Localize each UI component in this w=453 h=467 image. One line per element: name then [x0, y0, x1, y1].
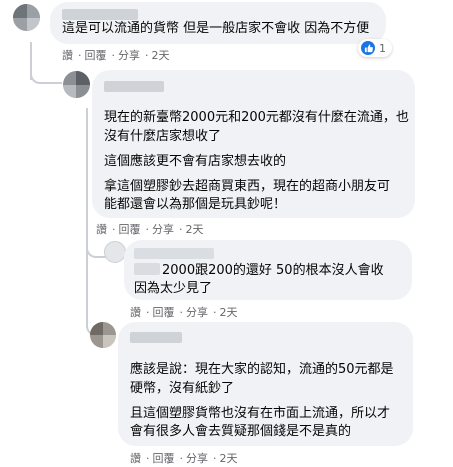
avatar[interactable]	[63, 71, 90, 98]
like-button[interactable]: 讚	[130, 306, 141, 319]
comment-text: 會有很多人會去質疑那個錢是不是真的	[130, 424, 352, 439]
reply-button[interactable]: 回覆	[119, 223, 141, 236]
like-button[interactable]: 讚	[62, 49, 73, 62]
comment-text: 能都還會以為那個是玩具鈔呢！	[104, 197, 287, 212]
comment-text: 沒有什麼店家想收了	[104, 129, 222, 144]
comment-text: 硬幣，沒有紙鈔了	[130, 381, 235, 396]
avatar[interactable]	[104, 241, 126, 263]
comment-actions: 讚 · 回覆 · 分享 · 2天	[130, 452, 238, 465]
comment-actions: 讚 · 回覆 · 分享 · 2天	[130, 306, 238, 319]
share-button[interactable]: 分享	[186, 306, 208, 319]
comment-text: 應該是說：現在大家的認知，流通的50元都是	[130, 362, 394, 377]
thumbs-up-icon	[361, 41, 375, 55]
share-button[interactable]: 分享	[186, 452, 208, 465]
reaction-number: 1	[379, 41, 386, 55]
reaction-count[interactable]: 1	[358, 39, 392, 57]
comment-text: 2000跟200的還好 50的根本沒人會收	[134, 261, 384, 280]
comment-actions: 讚 · 回覆 · 分享 · 2天	[62, 49, 170, 62]
comment-text: 因為太少見了	[134, 281, 213, 296]
reply-button[interactable]: 回覆	[153, 306, 175, 319]
avatar[interactable]	[90, 322, 116, 348]
share-button[interactable]: 分享	[118, 49, 140, 62]
like-button[interactable]: 讚	[96, 223, 107, 236]
avatar[interactable]	[13, 4, 40, 31]
timestamp[interactable]: 2天	[152, 49, 170, 62]
mention-tag[interactable]	[134, 263, 160, 275]
author-name[interactable]	[134, 248, 214, 259]
comment-bubble: 這是可以流通的貨幣 但是一般店家不會收 因為不方便	[50, 2, 386, 44]
comment-text: 且這個塑膠貨幣也沒有在市面上流通，所以才	[130, 406, 391, 421]
comment-text: 這是可以流通的貨幣 但是一般店家不會收 因為不方便	[62, 21, 370, 36]
share-button[interactable]: 分享	[152, 223, 174, 236]
thread-line	[86, 108, 88, 328]
timestamp[interactable]: 2天	[186, 223, 204, 236]
reply-button[interactable]: 回覆	[85, 49, 107, 62]
comment-bubble: 2000跟200的還好 50的根本沒人會收 因為太少見了	[124, 240, 412, 300]
comment-bubble: 現在的新臺幣2000元和200元都沒有什麼在流通，也 沒有什麼店家想收了 這個應…	[92, 70, 415, 218]
comment-text: 拿這個塑膠鈔去超商買東西，現在的超商小朋友可	[104, 179, 391, 194]
thread-line	[30, 68, 62, 84]
author-name[interactable]	[104, 81, 164, 92]
like-button[interactable]: 讚	[130, 452, 141, 465]
comment-text: 這個應該更不會有店家想去收的	[104, 154, 287, 169]
comment-actions: 讚 · 回覆 · 分享 · 2天	[96, 223, 204, 236]
timestamp[interactable]: 2天	[220, 452, 238, 465]
author-name[interactable]	[130, 332, 182, 343]
comment-bubble: 應該是說：現在大家的認知，流通的50元都是 硬幣，沒有紙鈔了 且這個塑膠貨幣也沒…	[118, 322, 413, 446]
comment-text: 現在的新臺幣2000元和200元都沒有什麼在流通，也	[104, 110, 409, 125]
timestamp[interactable]: 2天	[220, 306, 238, 319]
reply-button[interactable]: 回覆	[153, 452, 175, 465]
